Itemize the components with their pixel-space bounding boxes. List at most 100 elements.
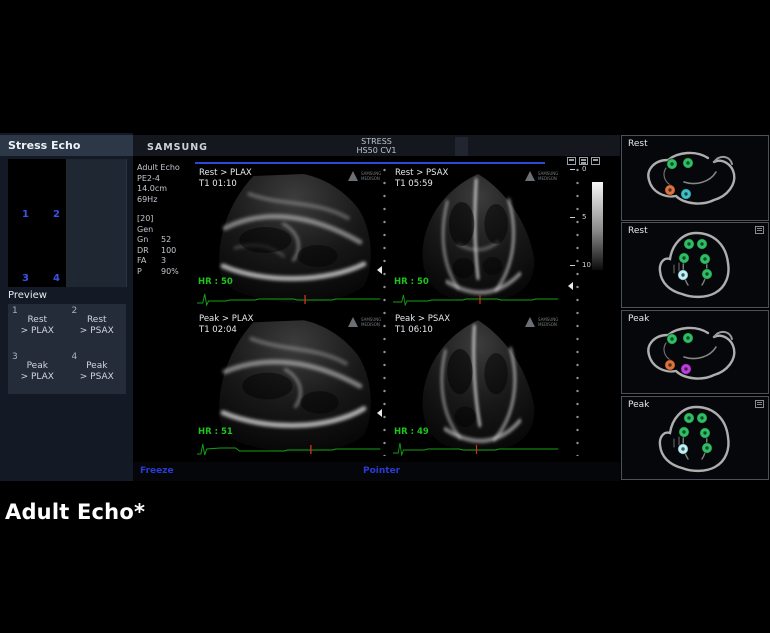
depth-tick xyxy=(570,169,575,170)
heart-rate-value: HR : 50 xyxy=(394,277,429,287)
heart-diagram-apical xyxy=(622,399,768,479)
map-label: [20] xyxy=(137,214,197,225)
quadrant-rest-plax[interactable]: Rest > PLAXT1 01:10 SAMSUNG MEDISON HR :… xyxy=(195,166,388,308)
ecg-trace xyxy=(197,290,382,306)
wall-motion-panel: Rest Rest xyxy=(620,133,770,481)
samsung-medison-watermark: SAMSUNG MEDISON xyxy=(525,170,559,182)
stage-slot-2[interactable]: 2 xyxy=(53,209,60,220)
heart-diagram-plax xyxy=(622,138,768,218)
svg-text:MEDISON: MEDISON xyxy=(538,322,557,327)
protocol-progress-line xyxy=(195,162,545,164)
wall-motion-card-peak-plax[interactable]: Peak xyxy=(621,310,769,394)
preview-cell-peak-plax[interactable]: 3 Peak> PLAX xyxy=(8,350,67,395)
ecg-trace xyxy=(197,440,382,456)
preview-cell-text: Rest> PLAX xyxy=(8,315,67,337)
image-caption: Adult Echo* xyxy=(5,500,145,524)
card-stage-label: Peak xyxy=(628,400,649,410)
depth-tick-label: 10 xyxy=(582,261,591,269)
quadrant-label: Rest > PLAXT1 01:10 xyxy=(199,168,252,190)
stage-slot-4[interactable]: 4 xyxy=(53,273,60,284)
stage-slot-1[interactable]: 1 xyxy=(22,209,29,220)
card-stage-label: Rest xyxy=(628,226,648,236)
quadrant-label: Peak > PSAXT1 06:10 xyxy=(395,314,450,336)
param-gain: Gn52 xyxy=(137,235,197,246)
wall-motion-card-rest-psax[interactable]: Rest xyxy=(621,222,769,308)
depth-tick-label: 5 xyxy=(582,213,586,221)
param-dynamic-range: DR100 xyxy=(137,246,197,257)
freeze-softkey[interactable]: Freeze xyxy=(140,466,174,476)
status-bar: Freeze Pointer xyxy=(133,462,620,481)
samsung-medison-watermark: SAMSUNG MEDISON xyxy=(348,316,382,328)
card-stage-label: Rest xyxy=(628,139,648,149)
samsung-medison-watermark: SAMSUNG MEDISON xyxy=(348,170,382,182)
param-power: P90% xyxy=(137,267,197,278)
wall-segment-markers[interactable] xyxy=(665,158,693,199)
depth-tick xyxy=(570,265,575,266)
focus-marker-icon[interactable] xyxy=(377,266,382,274)
wall-segment-markers[interactable] xyxy=(665,333,693,374)
sidebar: Stress Echo 1 2 3 4 Preview 1 Rest> PLAX… xyxy=(0,133,133,481)
layout-icon-dual[interactable] xyxy=(579,157,588,165)
heart-rate-value: HR : 50 xyxy=(198,277,233,287)
frame-rate-label: 69Hz xyxy=(137,195,197,206)
preview-cell-text: Peak> PLAX xyxy=(8,361,67,383)
stage-slot-grid[interactable]: 1 2 3 4 xyxy=(8,159,126,287)
exam-title: STRESS HS50 CV1 xyxy=(133,137,620,155)
quadrant-label: Peak > PLAXT1 02:04 xyxy=(199,314,253,336)
stress-echo-title: Stress Echo xyxy=(0,135,133,156)
main-display: SAMSUNG STRESS HS50 CV1 Adult Echo PE2-4… xyxy=(133,133,620,481)
wall-segment-markers[interactable] xyxy=(678,413,712,454)
wall-segment-markers[interactable] xyxy=(678,239,712,280)
quadrant-rest-psax[interactable]: Rest > PSAXT1 05:59 SAMSUNG MEDISON HR :… xyxy=(391,166,565,308)
exam-info-panel: Adult Echo PE2-4 14.0cm 69Hz [20] Gen Gn… xyxy=(137,163,197,277)
svg-text:MEDISON: MEDISON xyxy=(361,176,380,181)
depth-label: 14.0cm xyxy=(137,184,197,195)
svg-text:MEDISON: MEDISON xyxy=(538,176,557,181)
preview-cell-text: Peak> PSAX xyxy=(68,361,127,383)
grayscale-bar xyxy=(592,182,603,270)
mid-depth-dots xyxy=(383,168,386,456)
depth-tick-label: 0 xyxy=(582,165,586,173)
layout-icon-single[interactable] xyxy=(567,157,576,165)
quadrant-label: Rest > PSAXT1 05:59 xyxy=(395,168,448,190)
card-menu-icon[interactable] xyxy=(755,226,764,234)
mode-label: Gen xyxy=(137,225,197,236)
svg-text:MEDISON: MEDISON xyxy=(361,322,380,327)
preview-cell-rest-psax[interactable]: 2 Rest> PSAX xyxy=(68,304,127,349)
layout-icon-quad[interactable] xyxy=(591,157,600,165)
stage-side-panel xyxy=(66,159,127,287)
preset-label: Adult Echo xyxy=(137,163,197,174)
wall-motion-card-peak-psax[interactable]: Peak xyxy=(621,396,769,480)
focus-marker-icon[interactable] xyxy=(568,282,573,290)
card-menu-icon[interactable] xyxy=(755,400,764,408)
preview-grid: 1 Rest> PLAX 2 Rest> PSAX 3 Peak> PLAX 4 xyxy=(8,304,126,394)
heart-diagram-apical xyxy=(622,225,768,305)
ecg-trace xyxy=(393,440,560,456)
preview-cell-rest-plax[interactable]: 1 Rest> PLAX xyxy=(8,304,67,349)
preview-cell-peak-psax[interactable]: 4 Peak> PSAX xyxy=(68,350,127,395)
focus-marker-icon[interactable] xyxy=(377,409,382,417)
heart-diagram-plax xyxy=(622,313,768,393)
pointer-softkey[interactable]: Pointer xyxy=(363,466,400,476)
heart-rate-value: HR : 51 xyxy=(198,427,233,437)
depth-tick xyxy=(570,217,575,218)
preview-cell-text: Rest> PSAX xyxy=(68,315,127,337)
imaging-area: Adult Echo PE2-4 14.0cm 69Hz [20] Gen Gn… xyxy=(133,156,620,462)
exam-type: STRESS xyxy=(133,137,620,146)
probe-label: PE2-4 xyxy=(137,174,197,185)
ultrasound-ui: Stress Echo 1 2 3 4 Preview 1 Rest> PLAX… xyxy=(0,133,770,481)
quadrant-peak-plax[interactable]: Peak > PLAXT1 02:04 SAMSUNG MEDISON HR :… xyxy=(195,312,388,458)
depth-ruler-column: 0 5 10 xyxy=(565,156,620,462)
display-header: SAMSUNG STRESS HS50 CV1 xyxy=(133,135,620,156)
quadrant-peak-psax[interactable]: Peak > PSAXT1 06:10 SAMSUNG MEDISON HR :… xyxy=(391,312,565,458)
card-stage-label: Peak xyxy=(628,314,649,324)
system-model: HS50 CV1 xyxy=(133,146,620,155)
depth-ruler-dots xyxy=(576,168,579,456)
wall-motion-card-rest-plax[interactable]: Rest xyxy=(621,135,769,221)
ecg-trace xyxy=(393,290,560,306)
stage-slot-3[interactable]: 3 xyxy=(22,273,29,284)
param-frame-avg: FA3 xyxy=(137,256,197,267)
heart-rate-value: HR : 49 xyxy=(394,427,429,437)
samsung-medison-watermark: SAMSUNG MEDISON xyxy=(525,316,559,328)
preview-label: Preview xyxy=(8,290,47,301)
